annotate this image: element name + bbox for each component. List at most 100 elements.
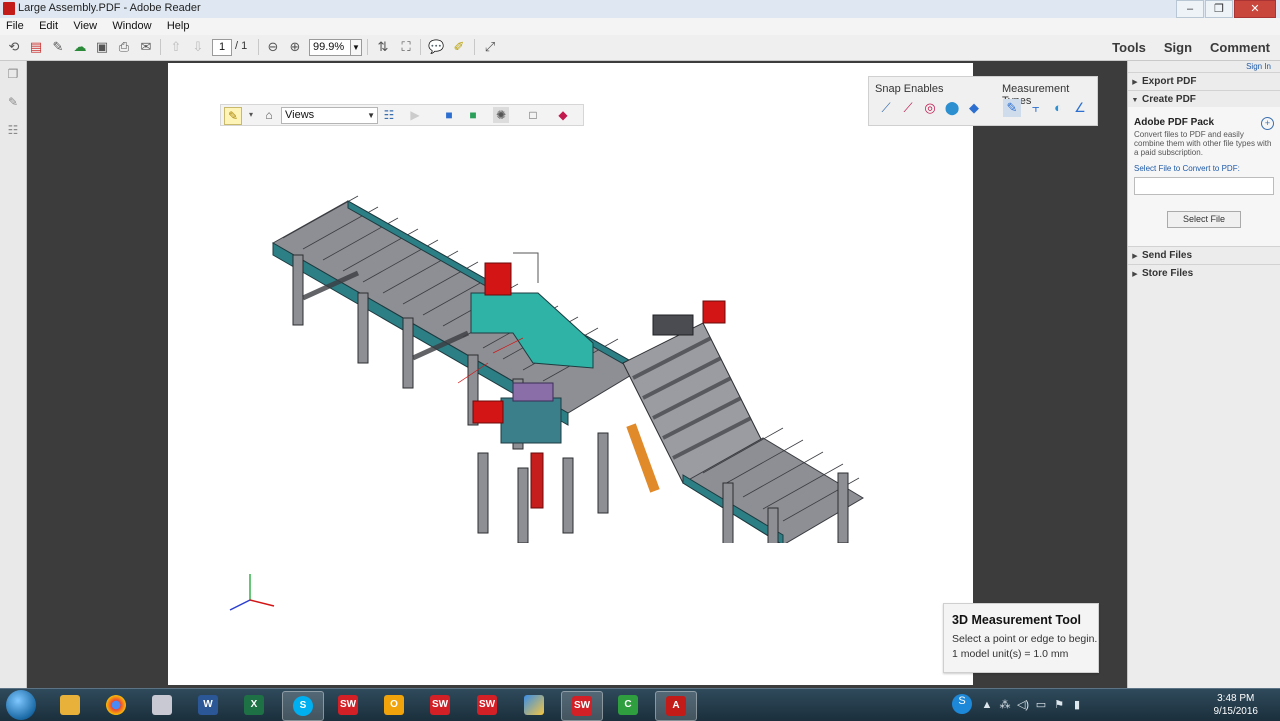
select-file-button[interactable]: Select File	[1167, 211, 1241, 228]
show-hidden-icons[interactable]: ▲	[980, 698, 994, 712]
explorer-taskbar-button[interactable]	[50, 691, 90, 719]
pages-icon[interactable]: ❐	[6, 67, 20, 81]
perpendicular-icon[interactable]: ⫟	[1027, 99, 1045, 117]
play-animation-icon[interactable]: ▶	[407, 107, 423, 123]
fit-page-icon[interactable]: ⇅	[375, 39, 391, 55]
tools-link[interactable]: Tools	[1112, 40, 1146, 55]
chrome-icon	[106, 695, 126, 715]
solidworks-taskbar-button[interactable]: SW	[328, 691, 368, 719]
page-number-input[interactable]: 1	[212, 39, 232, 56]
solidworks-2016-active-taskbar-button[interactable]: SW	[561, 691, 603, 721]
projection-icon[interactable]: ■	[441, 107, 457, 123]
snap-plane-icon[interactable]: ◆	[965, 99, 983, 117]
zoom-input[interactable]: 99.9%	[309, 39, 354, 56]
edit-icon[interactable]: ✎	[50, 39, 66, 55]
email-icon[interactable]: ✉	[138, 39, 154, 55]
file-input[interactable]	[1134, 177, 1274, 195]
menu-file[interactable]: File	[0, 18, 30, 35]
conveyor-assembly-3d-model[interactable]	[263, 183, 883, 543]
home-view-icon[interactable]: ⌂	[261, 107, 277, 123]
chevron-right-icon: ▶	[1132, 253, 1138, 260]
lighting-icon[interactable]: ✺	[493, 107, 509, 123]
create-pdf-section[interactable]: ▼ Create PDF	[1128, 90, 1280, 108]
open-icon[interactable]: ⟲	[6, 39, 22, 55]
next-page-icon[interactable]: ⇩	[190, 39, 206, 55]
comment-icon[interactable]: 💬	[428, 39, 444, 55]
display-icon[interactable]: ▭	[1034, 698, 1048, 712]
skype-tray-icon[interactable]: S	[952, 694, 972, 714]
paint-taskbar-button[interactable]	[142, 691, 182, 719]
zoom-in-icon[interactable]: ⊕	[287, 39, 303, 55]
background-color-icon[interactable]: □	[525, 107, 541, 123]
snap-enables-label: Snap Enables	[875, 83, 944, 95]
clock[interactable]: 3:48 PM 9/15/2016	[1214, 692, 1259, 718]
excel-icon: X	[244, 695, 264, 715]
render-mode-icon[interactable]: ■	[465, 107, 481, 123]
battery-icon[interactable]: ▮	[1070, 698, 1084, 712]
tools-pane: Sign In ▶ Export PDF ▼ Create PDF Adobe PD…	[1127, 61, 1280, 688]
excel-taskbar-button[interactable]: X	[234, 691, 274, 719]
signature-icon[interactable]: ✎	[6, 95, 20, 109]
paint-icon	[152, 695, 172, 715]
create-pdf-icon[interactable]: ▤	[28, 39, 44, 55]
point-to-point-icon[interactable]: ✎	[1003, 99, 1021, 117]
save-icon[interactable]: ▣	[94, 39, 110, 55]
send-files-section[interactable]: ▶ Send Files	[1128, 246, 1280, 264]
full-screen-icon[interactable]: ⛶	[398, 39, 414, 55]
cloud-icon[interactable]: ☁	[72, 39, 88, 55]
chrome-taskbar-button[interactable]	[96, 691, 136, 719]
menu-help[interactable]: Help	[161, 18, 196, 35]
sign-in-link[interactable]: Sign In	[1246, 62, 1271, 71]
maximize-button[interactable]: ❐	[1205, 0, 1233, 18]
chevron-right-icon: ▶	[1132, 271, 1138, 278]
snap-line-icon[interactable]: ⟋	[899, 99, 917, 117]
action-center-icon[interactable]: ⚑	[1052, 698, 1066, 712]
minimize-button[interactable]: –	[1176, 0, 1204, 18]
start-button[interactable]	[6, 690, 36, 720]
volume-icon[interactable]: ◁)	[1016, 698, 1030, 712]
skype-taskbar-button[interactable]: S	[282, 691, 324, 721]
snap-edge-icon[interactable]: ⟋	[877, 99, 895, 117]
outlook-taskbar-button[interactable]: O	[374, 691, 414, 719]
solidworks-2015-taskbar-button[interactable]: SW	[420, 691, 460, 719]
snap-cylinder-icon[interactable]: ⬤	[943, 99, 961, 117]
add-icon[interactable]: +	[1261, 117, 1274, 130]
zoom-out-icon[interactable]: ⊖	[265, 39, 281, 55]
menu-window[interactable]: Window	[106, 18, 157, 35]
store-files-section[interactable]: ▶ Store Files	[1128, 264, 1280, 282]
camtasia-taskbar-button[interactable]: C	[608, 691, 648, 719]
export-pdf-section[interactable]: ▶ Export PDF	[1128, 72, 1280, 90]
snap-circle-icon[interactable]: ◎	[921, 99, 939, 117]
prev-page-icon[interactable]: ⇧	[168, 39, 184, 55]
menu-view[interactable]: View	[67, 18, 103, 35]
messenger-taskbar-button[interactable]	[514, 691, 554, 719]
cross-section-icon[interactable]: ◆	[555, 107, 571, 123]
close-button[interactable]: ✕	[1234, 0, 1276, 18]
measurement-tool-tip: 3D Measurement Tool Select a point or ed…	[943, 603, 1099, 673]
chevron-right-icon: ▶	[1132, 79, 1138, 86]
pdf-pack-heading: Adobe PDF Pack	[1134, 117, 1215, 128]
adobe-reader-taskbar-button[interactable]: A	[655, 691, 697, 721]
angle-icon[interactable]: ∠	[1071, 99, 1089, 117]
word-taskbar-button[interactable]: W	[188, 691, 228, 719]
messenger-icon	[524, 695, 544, 715]
views-dropdown[interactable]: Views ▼	[281, 107, 378, 124]
solidworks-2016-icon: SW	[477, 695, 497, 715]
pdf-page[interactable]: ✎ ▾ ⌂ Views ▼ ☷ ▶ ■ ■ ✺ □ ◆ Snap Enables…	[168, 63, 1099, 685]
sign-link[interactable]: Sign	[1164, 40, 1192, 55]
zoom-dropdown-icon[interactable]: ▼	[350, 39, 362, 56]
network-icon[interactable]: ⁂	[998, 698, 1012, 712]
menu-edit[interactable]: Edit	[33, 18, 64, 35]
measure-tool-icon[interactable]: ✎	[224, 107, 242, 125]
comment-link[interactable]: Comment	[1210, 40, 1270, 55]
toolbar-right-links: Tools Sign Comment	[1094, 40, 1270, 55]
expand-icon[interactable]: ⤢	[482, 39, 498, 55]
highlight-icon[interactable]: ✐	[451, 39, 467, 55]
measure-dropdown-icon[interactable]: ▾	[243, 107, 259, 123]
model-tree-icon[interactable]: ☷	[6, 123, 20, 137]
radial-icon[interactable]: ◐	[1049, 99, 1067, 117]
clock-date: 9/15/2016	[1213, 706, 1259, 717]
model-tree-toggle-icon[interactable]: ☷	[381, 107, 397, 123]
solidworks-2016-taskbar-button[interactable]: SW	[467, 691, 507, 719]
print-icon[interactable]: ⎙	[116, 39, 132, 55]
